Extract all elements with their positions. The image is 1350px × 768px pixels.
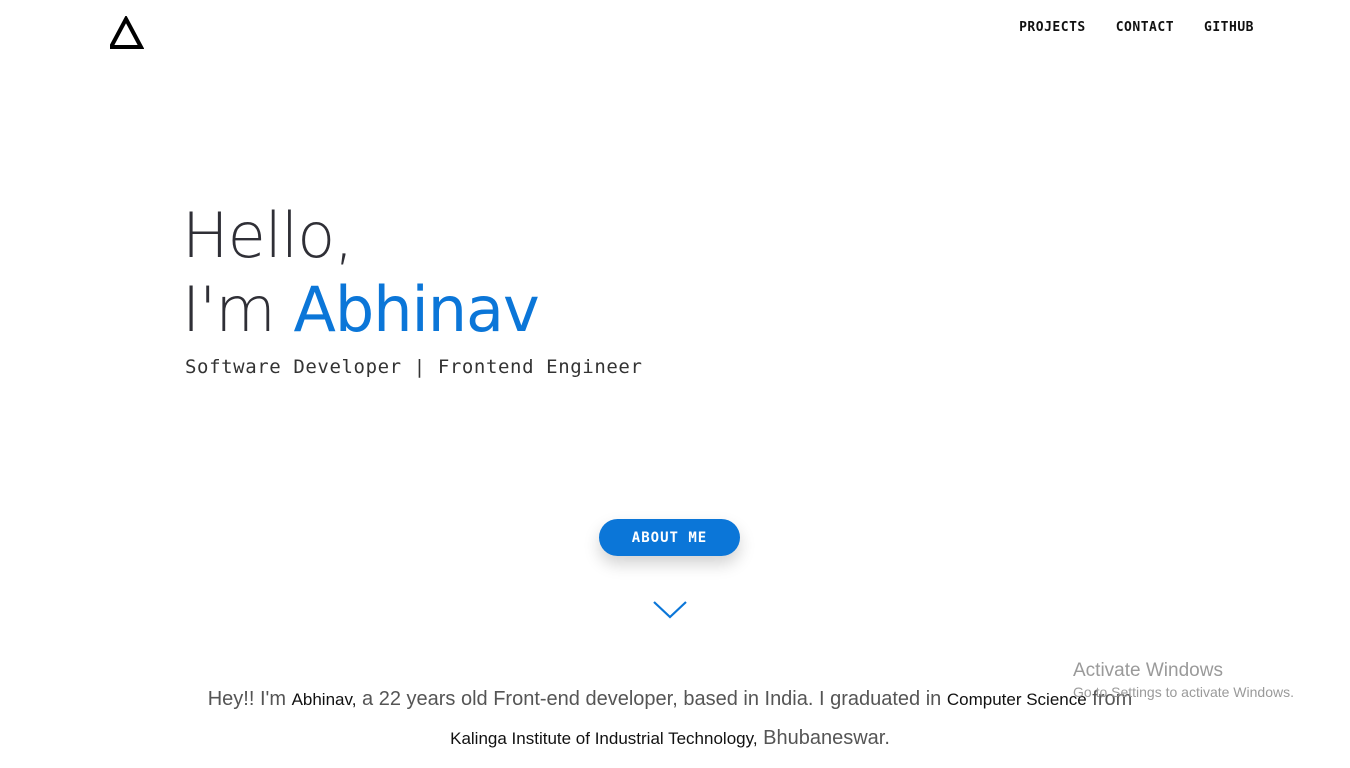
triangle-logo-icon[interactable] [110,16,144,50]
about-me-button[interactable]: ABOUT ME [599,519,740,556]
intro-text-4: Bhubaneswar. [757,727,890,749]
nav-contact-link[interactable]: CONTACT [1116,20,1174,35]
top-nav: PROJECTS CONTACT GITHUB [1019,20,1254,35]
hero-subtitle: Software Developer | Frontend Engineer [185,356,643,378]
hero-greeting: Hello, [182,199,354,272]
intro-degree: Computer Science [946,690,1087,709]
hero-intro-line: I'm Abhinav [182,270,540,350]
hero-im-text: I'm [182,273,276,346]
intro-paragraph: Hey!! I'm Abhinav, a 22 years old Front-… [150,680,1190,758]
intro-name: Abhinav, [291,690,357,709]
watermark-title: Activate Windows [1073,660,1223,681]
intro-college: Kalinga Institute of Industrial Technolo… [450,729,758,748]
intro-text-2: a 22 years old Front-end developer, base… [356,688,947,710]
nav-projects-link[interactable]: PROJECTS [1019,20,1086,35]
page: PROJECTS CONTACT GITHUB Hello, I'm Abhin… [0,0,1350,768]
hero-name: Abhinav [293,273,539,346]
nav-github-link[interactable]: GITHUB [1204,20,1254,35]
intro-text-1: Hey!! I'm [207,688,292,710]
intro-text-3: from [1086,688,1133,710]
chevron-down-icon[interactable] [652,598,688,622]
